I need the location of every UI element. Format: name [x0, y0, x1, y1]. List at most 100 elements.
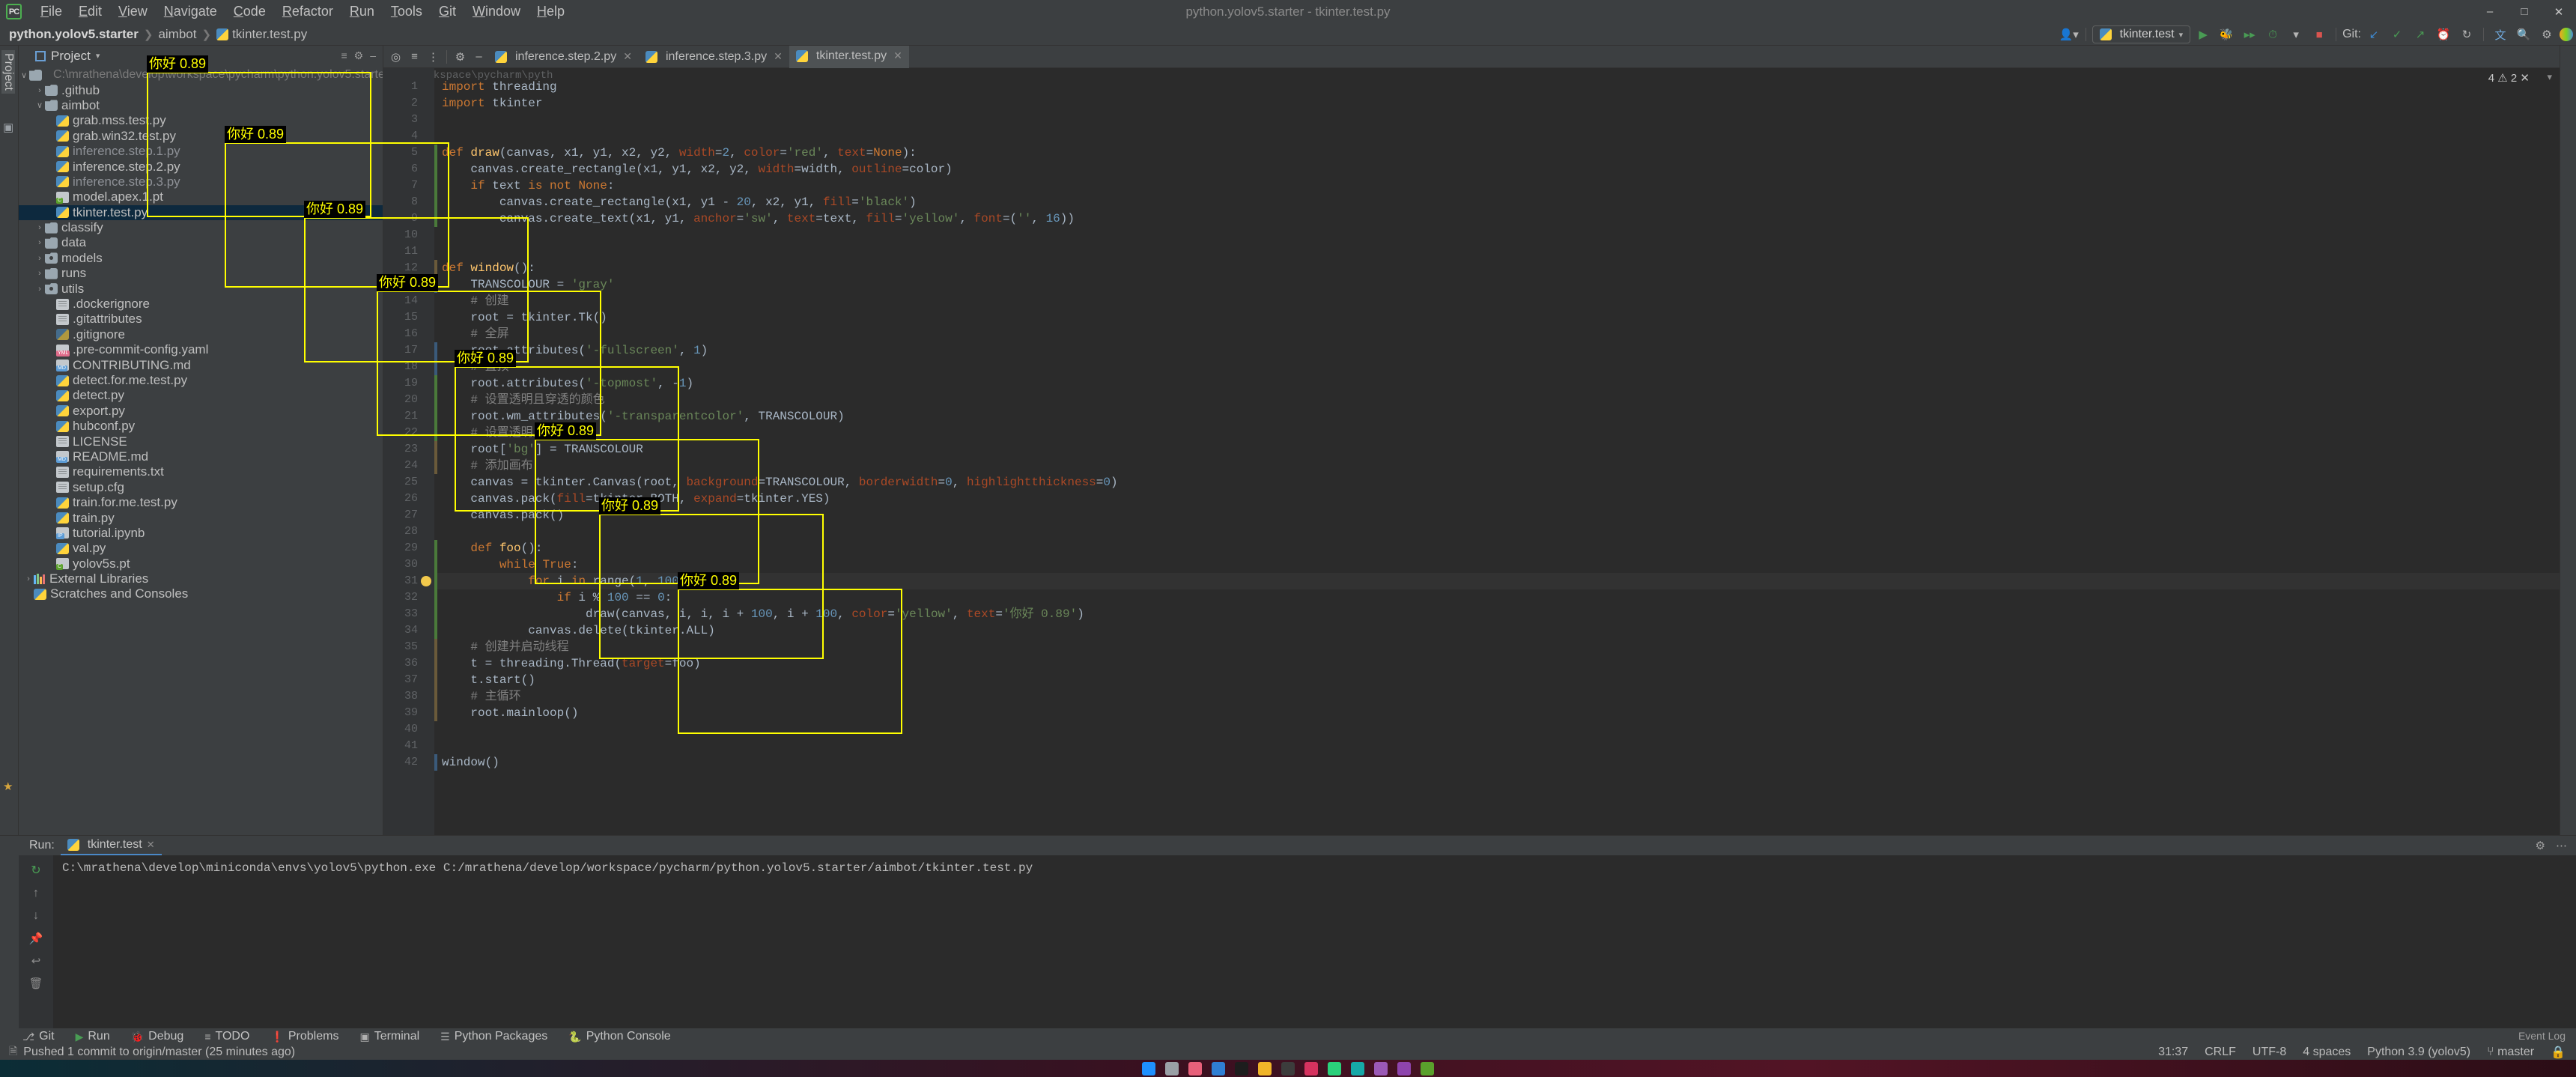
editor-tab[interactable]: inference.step.2.py ✕: [488, 46, 639, 68]
chevron-down-icon[interactable]: ▾: [2547, 71, 2552, 83]
sidebar-tab-project[interactable]: Project: [1, 50, 15, 94]
settings-app-icon[interactable]: [1212, 1061, 1225, 1076]
code-line[interactable]: 2 import tkinter: [383, 95, 2560, 112]
tree-item[interactable]: .gitattributes: [19, 312, 383, 327]
code-line[interactable]: 11: [383, 243, 2560, 260]
tree-item[interactable]: LICENSE: [19, 434, 383, 449]
git-branch[interactable]: ⑂ master: [2487, 1046, 2534, 1059]
code-line[interactable]: 14 # 创建: [383, 293, 2560, 309]
tool-window-python-console[interactable]: 🐍 Python Console: [568, 1030, 670, 1043]
history-icon[interactable]: ⏰: [2433, 25, 2454, 43]
code-line[interactable]: 23 root['bg'] = TRANSCOLOUR: [383, 441, 2560, 458]
code-line[interactable]: 40: [383, 721, 2560, 738]
minimize-button[interactable]: –: [2473, 0, 2507, 23]
tree-item[interactable]: train.py: [19, 510, 383, 525]
chevron-down-icon[interactable]: ▾: [2285, 25, 2306, 43]
vcs-change-marker[interactable]: [434, 145, 437, 227]
code-line[interactable]: 10: [383, 227, 2560, 243]
code-line[interactable]: 26 canvas.pack(fill=tkinter.BOTH, expand…: [383, 491, 2560, 507]
visual-studio-icon[interactable]: [1397, 1061, 1411, 1076]
tree-item[interactable]: › External Libraries: [19, 571, 383, 586]
dog-app-icon[interactable]: [1188, 1061, 1202, 1076]
code-line[interactable]: 39 root.mainloop(): [383, 705, 2560, 721]
maximize-button[interactable]: □: [2507, 0, 2542, 23]
debug-icon[interactable]: 🐝: [2216, 25, 2237, 43]
tree-item[interactable]: export.py: [19, 404, 383, 419]
collapse-all-icon[interactable]: ≡: [341, 49, 347, 62]
tree-item[interactable]: › utils: [19, 281, 383, 296]
code-line[interactable]: 4: [383, 128, 2560, 145]
tree-item[interactable]: IP tutorial.ipynb: [19, 526, 383, 541]
trash-icon[interactable]: 🗑: [28, 977, 43, 990]
chevron-right-icon[interactable]: ›: [23, 574, 34, 583]
code-line[interactable]: 9 canvas.create_text(x1, y1, anchor='sw'…: [383, 210, 2560, 227]
tree-item[interactable]: ∨ aimbot: [19, 98, 383, 113]
tree-item[interactable]: › classify: [19, 220, 383, 235]
breadcrumb-file[interactable]: tkinter.test.py: [232, 27, 307, 42]
tree-item[interactable]: .dockerignore: [19, 297, 383, 312]
menu-item-code[interactable]: Code: [225, 2, 274, 21]
code-line[interactable]: 17 root.attributes('-fullscreen', 1): [383, 342, 2560, 359]
editor-tab[interactable]: inference.step.3.py ✕: [639, 46, 789, 68]
tree-item[interactable]: detect.for.me.test.py: [19, 373, 383, 388]
scroll-up-icon[interactable]: ↑: [33, 887, 39, 900]
code-line[interactable]: 27 canvas.pack(): [383, 507, 2560, 524]
tree-item[interactable]: train.for.me.test.py: [19, 495, 383, 510]
code-line[interactable]: 34 canvas.delete(tkinter.ALL): [383, 622, 2560, 639]
settings-icon[interactable]: ⚙: [2536, 25, 2557, 43]
breadcrumb-project[interactable]: python.yolov5.starter: [9, 27, 139, 42]
code-line[interactable]: 5 def draw(canvas, x1, y1, x2, y2, width=…: [383, 145, 2560, 161]
breadcrumb-folder[interactable]: aimbot: [158, 27, 196, 42]
code-line[interactable]: 28: [383, 524, 2560, 540]
chevron-right-icon[interactable]: ›: [34, 254, 45, 263]
rollback-icon[interactable]: ↻: [2456, 25, 2477, 43]
chevron-right-icon[interactable]: ›: [34, 86, 45, 95]
file-encoding[interactable]: UTF-8: [2253, 1046, 2286, 1059]
code-line[interactable]: 38 # 主循环: [383, 688, 2560, 705]
tree-item[interactable]: inference.step.1.py: [19, 144, 383, 159]
tool-window-python-packages[interactable]: ☰ Python Packages: [440, 1030, 547, 1043]
close-icon[interactable]: ✕: [623, 50, 632, 63]
tree-item[interactable]: YML .pre-commit-config.yaml: [19, 342, 383, 357]
menu-item-file[interactable]: File: [32, 2, 70, 21]
wrap-icon[interactable]: ↩: [31, 954, 41, 968]
tree-item[interactable]: MD CONTRIBUTING.md: [19, 357, 383, 372]
expand-all-icon[interactable]: ≡: [405, 47, 424, 67]
profile-icon[interactable]: ⏱: [2262, 25, 2283, 43]
chevron-right-icon[interactable]: ›: [34, 269, 45, 278]
menu-item-view[interactable]: View: [110, 2, 156, 21]
task-view-icon[interactable]: [1165, 1061, 1179, 1076]
menu-item-window[interactable]: Window: [464, 2, 529, 21]
menu-item-run[interactable]: Run: [341, 2, 383, 21]
tool-window-todo[interactable]: ≡ TODO: [204, 1030, 249, 1043]
chevron-down-icon[interactable]: ∨: [19, 70, 29, 80]
hide-icon[interactable]: –: [370, 49, 376, 62]
intention-bulb-icon[interactable]: [421, 576, 431, 586]
run-icon[interactable]: ▶: [2193, 25, 2214, 43]
vcs-change-marker[interactable]: [434, 342, 437, 375]
settings-icon[interactable]: ⚙: [2536, 839, 2545, 852]
code-line[interactable]: 25 canvas = tkinter.Canvas(root, backgro…: [383, 474, 2560, 491]
inspection-summary[interactable]: 4 ⚠ 2 ✕: [2488, 71, 2530, 85]
datagrip-icon[interactable]: [1374, 1061, 1388, 1076]
settings-icon[interactable]: ⚙: [354, 49, 364, 62]
tree-item[interactable]: requirements.txt: [19, 464, 383, 479]
vcs-change-marker[interactable]: [434, 754, 437, 771]
tree-item[interactable]: › data: [19, 235, 383, 250]
code-line[interactable]: 16 # 全屏: [383, 326, 2560, 342]
vcs-change-marker[interactable]: [434, 441, 437, 474]
code-line[interactable]: 15 root = tkinter.Tk(): [383, 309, 2560, 326]
code-line[interactable]: 13 TRANSCOLOUR = 'gray': [383, 276, 2560, 293]
chevron-right-icon[interactable]: ›: [34, 223, 45, 232]
code-line[interactable]: 1 import threading: [383, 79, 2560, 95]
tree-item[interactable]: .gitignore: [19, 327, 383, 342]
tree-item[interactable]: setup.cfg: [19, 480, 383, 495]
git-push-icon[interactable]: ↗: [2410, 25, 2431, 43]
code-line[interactable]: 33 draw(canvas, i, i, i + 100, i + 100, …: [383, 606, 2560, 622]
hide-icon[interactable]: ⋯: [2556, 839, 2567, 852]
tree-item[interactable]: val.py: [19, 541, 383, 556]
structure-icon[interactable]: ▣: [3, 121, 13, 134]
run-coverage-icon[interactable]: ▸▸: [2239, 25, 2260, 43]
rerun-icon[interactable]: ↻: [31, 863, 40, 878]
tree-item[interactable]: Scratches and Consoles: [19, 586, 383, 601]
